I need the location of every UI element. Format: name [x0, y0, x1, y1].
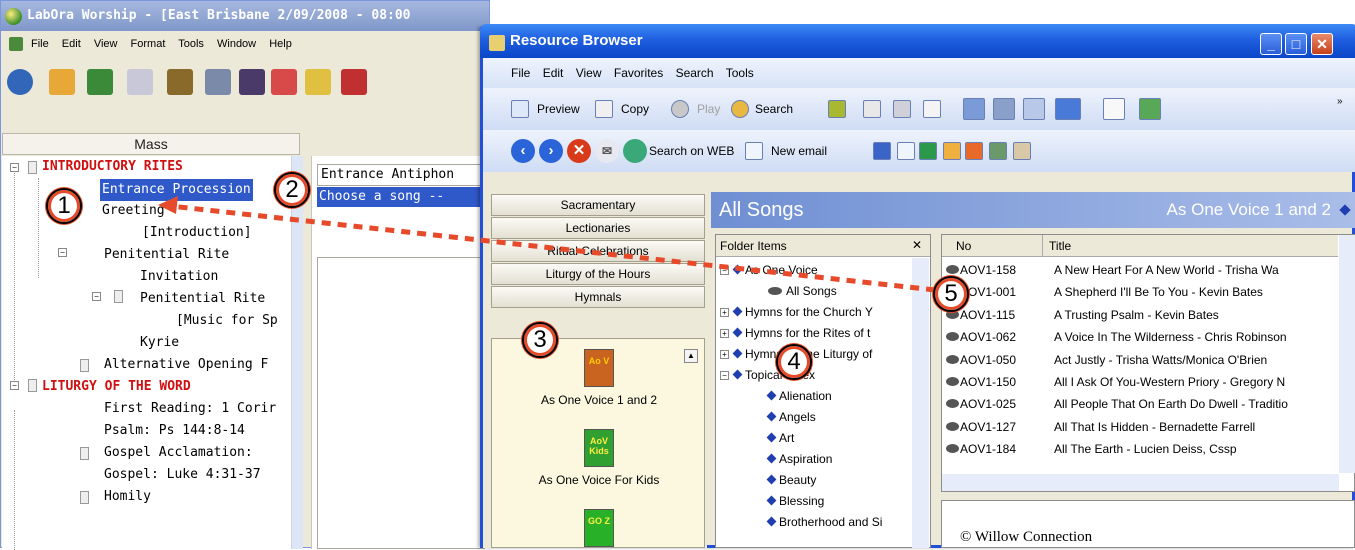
callout-3: 3 [522, 322, 558, 358]
callout-2: 2 [274, 172, 310, 208]
annotation-arrow [158, 196, 936, 293]
callout-1: 1 [46, 188, 82, 224]
callout-5: 5 [933, 276, 969, 312]
callout-4: 4 [776, 344, 812, 380]
